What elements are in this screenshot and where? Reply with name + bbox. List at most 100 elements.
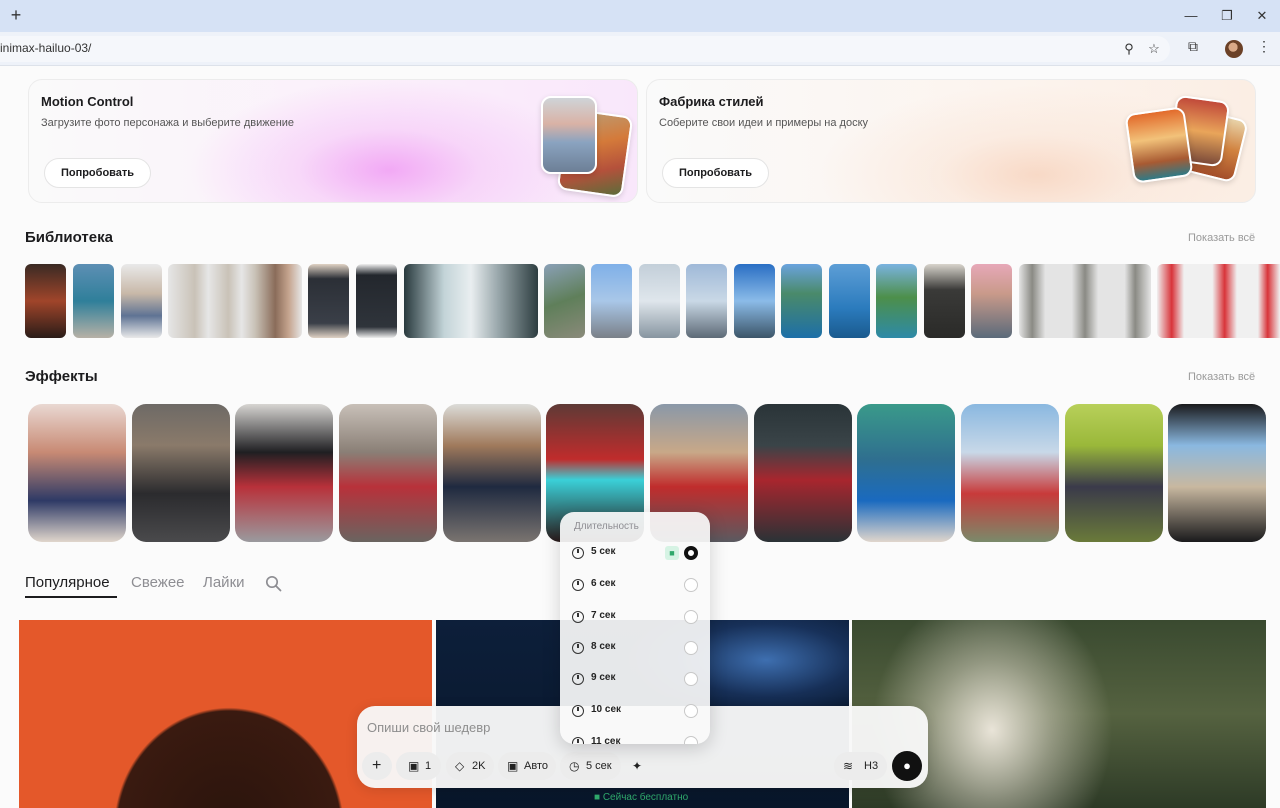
duration-option-11[interactable]: 11 сек bbox=[560, 730, 710, 744]
effect-card[interactable] bbox=[961, 404, 1059, 542]
magic-wand-icon: ✦ bbox=[632, 759, 643, 773]
clock-icon bbox=[572, 579, 584, 591]
radio[interactable] bbox=[684, 672, 698, 686]
aspect-ratio-button[interactable]: ▣ Авто bbox=[498, 752, 556, 780]
radio[interactable] bbox=[684, 578, 698, 592]
library-item[interactable] bbox=[308, 264, 349, 338]
gift-icon: ■ bbox=[665, 546, 679, 560]
bookmark-star-icon[interactable]: ☆ bbox=[1144, 39, 1164, 59]
library-item[interactable] bbox=[971, 264, 1012, 338]
library-item[interactable] bbox=[781, 264, 822, 338]
duration-option-6[interactable]: 6 сек bbox=[560, 572, 710, 600]
promo-card-style-factory[interactable]: Фабрика стилей Соберите свои идеи и прим… bbox=[646, 79, 1256, 203]
effects-show-all-link[interactable]: Показать всё bbox=[1188, 371, 1255, 383]
close-window-icon[interactable]: ✕ bbox=[1252, 6, 1272, 26]
library-item[interactable] bbox=[1157, 264, 1280, 338]
tab-fresh[interactable]: Свежее bbox=[131, 574, 185, 591]
count-icon: ▣ bbox=[408, 759, 420, 773]
address-bar[interactable]: inimax-hailuo-03/ ⚲ ☆ bbox=[0, 36, 1170, 62]
effect-card[interactable] bbox=[28, 404, 126, 542]
tab-likes[interactable]: Лайки bbox=[203, 574, 245, 591]
gift-icon: ■ bbox=[594, 792, 601, 803]
clock-icon bbox=[572, 673, 584, 685]
duration-option-9[interactable]: 9 сек bbox=[560, 666, 710, 694]
ratio-icon: ▣ bbox=[507, 759, 519, 773]
promo-card-motion-control[interactable]: Motion Control Загрузите фото персонажа … bbox=[28, 79, 638, 203]
library-item[interactable] bbox=[1019, 264, 1151, 338]
profile-avatar[interactable] bbox=[1225, 40, 1243, 58]
duration-option-label: 9 сек bbox=[591, 672, 616, 683]
ratio-label: Авто bbox=[524, 760, 548, 772]
quality-button[interactable]: ◇ 2K bbox=[446, 752, 494, 780]
library-item[interactable] bbox=[25, 264, 66, 338]
restore-icon[interactable]: ❐ bbox=[1217, 6, 1237, 26]
effect-card[interactable] bbox=[339, 404, 437, 542]
duration-label: 5 сек bbox=[586, 760, 612, 772]
clock-icon bbox=[572, 611, 584, 623]
library-item[interactable] bbox=[734, 264, 775, 338]
radio[interactable] bbox=[684, 641, 698, 655]
minimize-icon[interactable]: — bbox=[1181, 6, 1201, 26]
radio-selected[interactable] bbox=[684, 546, 698, 560]
new-tab-plus-icon[interactable]: + bbox=[6, 5, 26, 25]
duration-option-label: 11 сек bbox=[591, 736, 621, 744]
duration-option-5[interactable]: 5 сек ■ bbox=[560, 540, 710, 568]
effect-card[interactable] bbox=[857, 404, 955, 542]
radio[interactable] bbox=[684, 736, 698, 744]
clock-icon bbox=[572, 737, 584, 744]
duration-option-label: 8 сек bbox=[591, 641, 616, 652]
dropdown-title: Длительность bbox=[574, 521, 639, 532]
library-item[interactable] bbox=[829, 264, 870, 338]
effect-card[interactable] bbox=[235, 404, 333, 542]
library-item[interactable] bbox=[639, 264, 680, 338]
duration-option-label: 5 сек bbox=[591, 546, 616, 557]
count-button[interactable]: ▣ 1 bbox=[396, 752, 441, 780]
promo-title: Motion Control bbox=[41, 94, 134, 109]
library-item[interactable] bbox=[121, 264, 162, 338]
library-item[interactable] bbox=[591, 264, 632, 338]
microphone-button[interactable]: ● bbox=[892, 751, 922, 781]
library-show-all-link[interactable]: Показать всё bbox=[1188, 232, 1255, 244]
effect-card[interactable] bbox=[132, 404, 230, 542]
clock-icon bbox=[572, 705, 584, 717]
library-item[interactable] bbox=[168, 264, 302, 338]
duration-button[interactable]: ◷ 5 сек bbox=[560, 752, 621, 780]
extensions-icon[interactable]: ⧉ bbox=[1183, 36, 1203, 56]
library-item[interactable] bbox=[404, 264, 538, 338]
duration-option-7[interactable]: 7 сек bbox=[560, 604, 710, 632]
promo-subtitle: Загрузите фото персонажа и выберите движ… bbox=[41, 117, 295, 129]
microphone-icon: ● bbox=[903, 758, 911, 773]
library-item[interactable] bbox=[544, 264, 585, 338]
library-item[interactable] bbox=[356, 264, 397, 338]
library-item[interactable] bbox=[924, 264, 965, 338]
effect-card[interactable] bbox=[443, 404, 541, 542]
diamond-icon: ◇ bbox=[455, 759, 465, 773]
search-icon[interactable] bbox=[265, 575, 282, 592]
promo-thumbnail-person bbox=[541, 96, 597, 174]
promo-title: Фабрика стилей bbox=[659, 94, 764, 109]
radio[interactable] bbox=[684, 704, 698, 718]
url-text: inimax-hailuo-03/ bbox=[0, 41, 92, 55]
library-item[interactable] bbox=[686, 264, 727, 338]
free-now-text: Сейчас бесплатно bbox=[602, 792, 689, 803]
duration-option-8[interactable]: 8 сек bbox=[560, 635, 710, 663]
browser-tab-strip: + — ❐ ✕ bbox=[0, 0, 1280, 32]
radio[interactable] bbox=[684, 610, 698, 624]
try-button[interactable]: Попробовать bbox=[44, 158, 151, 188]
magic-enhance-button[interactable]: ✦ bbox=[625, 752, 652, 780]
library-item[interactable] bbox=[73, 264, 114, 338]
effect-card[interactable] bbox=[1065, 404, 1163, 542]
zoom-icon[interactable]: ⚲ bbox=[1119, 39, 1139, 59]
add-attachment-button[interactable]: + bbox=[362, 752, 392, 780]
clock-icon: ◷ bbox=[569, 759, 580, 773]
clock-icon bbox=[572, 547, 584, 559]
audio-button[interactable]: ≋ Н3 bbox=[834, 752, 887, 780]
effect-card[interactable] bbox=[754, 404, 852, 542]
try-button[interactable]: Попробовать bbox=[662, 158, 769, 188]
library-item[interactable] bbox=[876, 264, 917, 338]
duration-option-10[interactable]: 10 сек bbox=[560, 698, 710, 726]
tab-popular[interactable]: Популярное bbox=[25, 574, 110, 591]
effect-card[interactable] bbox=[1168, 404, 1266, 542]
browser-menu-icon[interactable]: ⋮ bbox=[1254, 36, 1274, 56]
duration-dropdown: Длительность 5 сек ■ 6 сек 7 сек 8 сек 9… bbox=[560, 512, 710, 744]
